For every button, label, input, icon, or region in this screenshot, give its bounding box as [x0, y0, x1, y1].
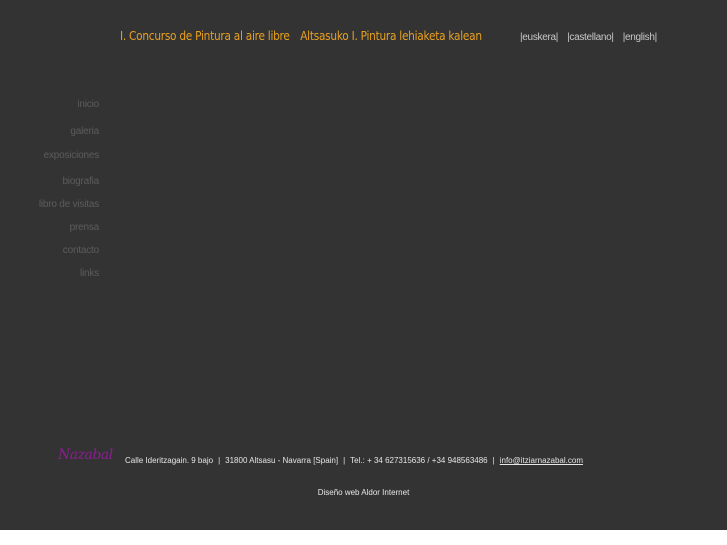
title-basque: Altsasuko I. Pintura lehiaketa kalean: [300, 29, 482, 43]
nav-item-prensa[interactable]: prensa: [39, 222, 100, 233]
nav-item-libro-de-visitas[interactable]: libro de visitas: [39, 199, 99, 210]
nav-item-contacto[interactable]: contacto: [39, 245, 99, 256]
footer-address: Calle Ideritzagain. 9 bajo: [125, 456, 214, 465]
nav-item-links[interactable]: links: [39, 268, 99, 279]
language-link-english[interactable]: |english|: [623, 32, 657, 43]
artist-signature: Nazabal: [58, 447, 113, 463]
footer-phone: Tel.: + 34 627315636 / +34 948563486: [350, 456, 488, 465]
nav-item-inicio[interactable]: inicio: [39, 99, 99, 110]
nav-item-exposiciones[interactable]: exposiciones: [39, 150, 100, 161]
footer-separator: |: [343, 456, 346, 465]
page-title: I. Concurso de Pintura al aire libre Alts…: [120, 29, 482, 43]
footer-credit: Diseño web Aldor Internet: [317, 488, 410, 497]
sidebar-nav: inicio galeria exposiciones biografia li…: [39, 99, 99, 279]
nav-item-galeria[interactable]: galeria: [39, 126, 99, 137]
language-selector: |euskera| |castellano| |english|: [520, 32, 666, 43]
footer-city: 31800 Altsasu - Navarra [Spain]: [225, 456, 339, 465]
language-link-euskera[interactable]: |euskera|: [520, 32, 558, 43]
footer-separator: |: [218, 456, 221, 465]
footer-contact: Calle Ideritzagain. 9 bajo | 31800 Altsasu…: [125, 456, 583, 465]
language-link-castellano[interactable]: |castellano|: [567, 32, 614, 43]
title-spanish: I. Concurso de Pintura al aire libre: [120, 29, 290, 43]
footer-separator: |: [492, 456, 495, 465]
nav-item-biografia[interactable]: biografia: [39, 176, 99, 187]
footer-email-link[interactable]: info@itziarnazabal.com: [500, 456, 583, 465]
page-background: I. Concurso de Pintura al aire libre Alts…: [0, 0, 727, 530]
